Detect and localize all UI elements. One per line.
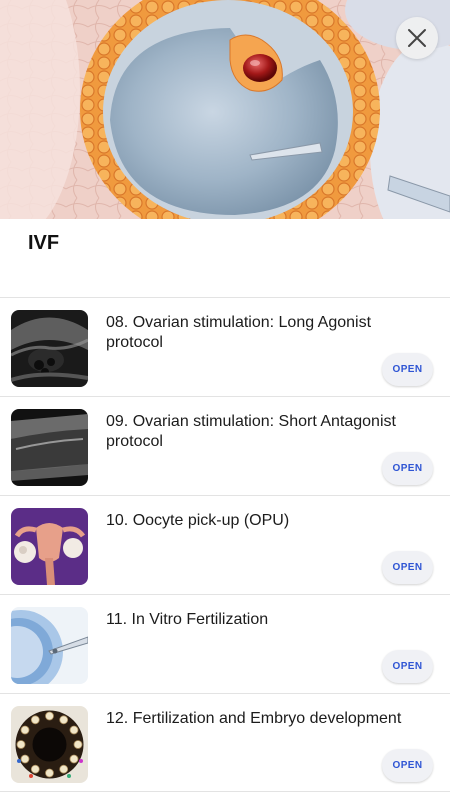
open-button[interactable]: OPEN <box>382 551 433 584</box>
title-area: IVF <box>0 219 450 297</box>
open-button[interactable]: OPEN <box>382 353 433 386</box>
list-item[interactable]: 12. Fertilization and Embryo development… <box>0 693 450 792</box>
list-item[interactable]: 11. In Vitro Fertilization OPEN <box>0 594 450 693</box>
open-button[interactable]: OPEN <box>382 749 433 782</box>
open-button[interactable]: OPEN <box>382 650 433 683</box>
page-title: IVF <box>28 232 60 254</box>
ultrasound-thumbnail <box>11 409 88 486</box>
hero-illustration <box>0 0 450 219</box>
embryo-development-thumbnail <box>11 706 88 783</box>
list-item[interactable]: 10. Oocyte pick-up (OPU) OPEN <box>0 495 450 594</box>
close-button[interactable] <box>396 17 438 59</box>
oocyte-injection-thumbnail <box>11 607 88 684</box>
lesson-title: 11. In Vitro Fertilization <box>106 611 269 628</box>
lesson-title: 12. Fertilization and Embryo development <box>106 710 402 727</box>
list-item[interactable]: 09. Ovarian stimulation: Short Antagonis… <box>0 396 450 495</box>
close-icon <box>408 29 426 47</box>
ultrasound-thumbnail <box>11 310 88 387</box>
uterus-ovaries-thumbnail <box>11 508 88 585</box>
lesson-title: 08. Ovarian stimulation: Long Agonist pr… <box>106 314 372 351</box>
list-item[interactable]: 08. Ovarian stimulation: Long Agonist pr… <box>0 297 450 396</box>
open-button[interactable]: OPEN <box>382 452 433 485</box>
lesson-title: 09. Ovarian stimulation: Short Antagonis… <box>106 413 396 450</box>
lesson-list: 08. Ovarian stimulation: Long Agonist pr… <box>0 297 450 792</box>
lesson-title: 10. Oocyte pick-up (OPU) <box>106 512 290 529</box>
